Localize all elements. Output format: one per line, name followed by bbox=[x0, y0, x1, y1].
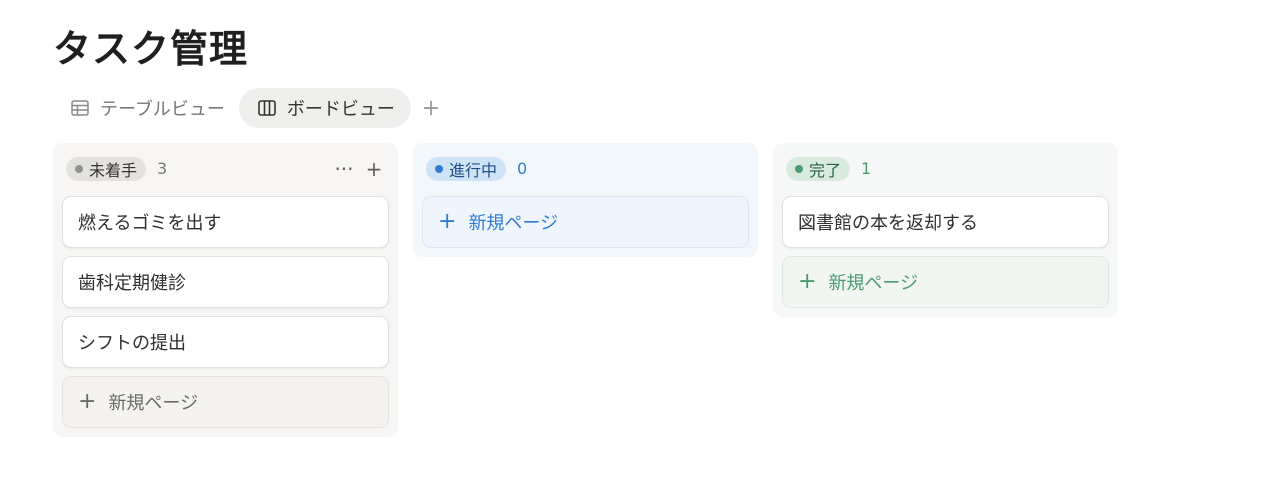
plus-icon: + bbox=[421, 95, 441, 121]
column-count: 3 bbox=[157, 159, 168, 178]
board-card[interactable]: 歯科定期健診 bbox=[62, 256, 389, 308]
plus-icon: + bbox=[78, 389, 97, 414]
board-column-todo: 未着手 3 ··· + 燃えるゴミを出す 歯科定期健診 シフトの提出 + 新規ペ… bbox=[53, 143, 398, 437]
new-page-button[interactable]: + 新規ページ bbox=[62, 376, 389, 428]
board-card[interactable]: 図書館の本を返却する bbox=[782, 196, 1109, 248]
status-label: 未着手 bbox=[89, 160, 138, 180]
new-page-label: 新規ページ bbox=[108, 393, 199, 414]
tab-table-view[interactable]: テーブルビュー bbox=[56, 88, 239, 128]
column-header: 完了 1 bbox=[782, 153, 1109, 184]
board-card[interactable]: シフトの提出 bbox=[62, 316, 389, 368]
board-card[interactable]: 燃えるゴミを出す bbox=[62, 196, 389, 248]
board-column-in-progress: 進行中 0 + 新規ページ bbox=[413, 143, 758, 257]
add-view-button[interactable]: + bbox=[417, 94, 445, 122]
add-card-button[interactable]: + bbox=[359, 154, 389, 184]
status-badge[interactable]: 進行中 bbox=[426, 156, 507, 181]
status-dot-icon bbox=[75, 164, 83, 173]
plus-icon: + bbox=[438, 209, 457, 234]
status-badge[interactable]: 完了 bbox=[786, 156, 851, 181]
view-tabs: テーブルビュー ボードビュー + bbox=[56, 88, 445, 128]
new-page-label: 新規ページ bbox=[828, 273, 919, 294]
status-badge[interactable]: 未着手 bbox=[66, 156, 147, 181]
new-page-button[interactable]: + 新規ページ bbox=[422, 196, 749, 248]
new-page-button[interactable]: + 新規ページ bbox=[782, 256, 1109, 308]
board-column-done: 完了 1 図書館の本を返却する + 新規ページ bbox=[773, 143, 1118, 317]
status-dot-icon bbox=[795, 164, 803, 173]
column-actions: ··· + bbox=[329, 154, 389, 184]
tab-board-view[interactable]: ボードビュー bbox=[238, 88, 411, 128]
tab-board-label: ボードビュー bbox=[286, 99, 395, 120]
status-dot-icon bbox=[435, 164, 443, 173]
column-header: 進行中 0 bbox=[422, 153, 749, 184]
new-page-label: 新規ページ bbox=[468, 213, 559, 234]
board-icon bbox=[257, 98, 277, 118]
status-label: 進行中 bbox=[449, 160, 498, 180]
column-count: 1 bbox=[861, 159, 872, 178]
more-icon[interactable]: ··· bbox=[329, 154, 359, 184]
status-label: 完了 bbox=[809, 160, 842, 180]
page-title: タスク管理 bbox=[53, 27, 249, 71]
plus-icon: + bbox=[798, 269, 817, 294]
column-header: 未着手 3 ··· + bbox=[62, 153, 389, 184]
table-icon bbox=[70, 98, 90, 118]
column-count: 0 bbox=[517, 159, 528, 178]
tab-table-label: テーブルビュー bbox=[100, 99, 225, 120]
